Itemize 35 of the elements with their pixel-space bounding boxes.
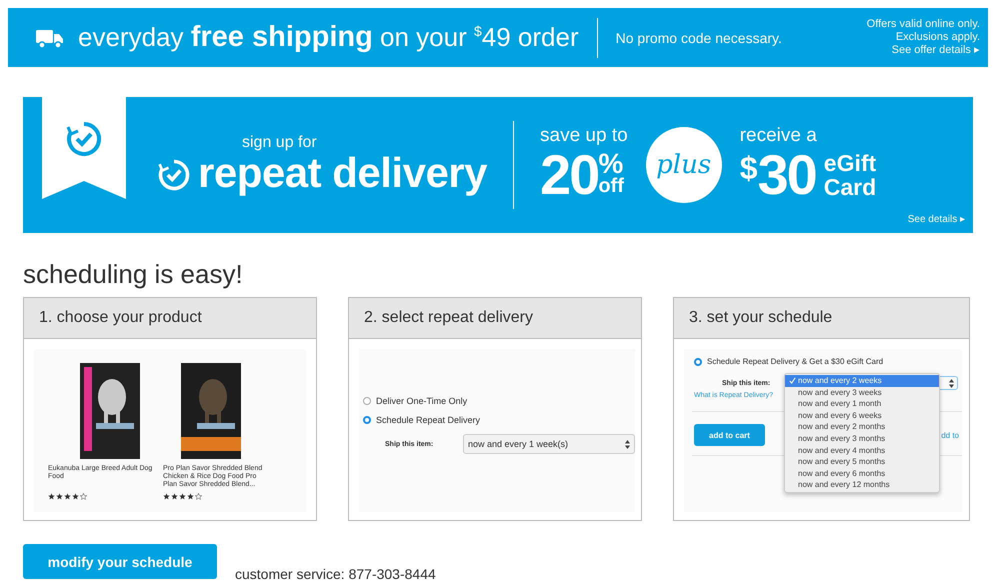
section-heading: scheduling is easy! — [23, 259, 244, 289]
step-title: 2. select repeat delivery — [349, 298, 641, 339]
plus-badge: plus — [646, 127, 722, 203]
fine-print: Offers valid online only. — [866, 18, 980, 31]
discount-number: 20 — [540, 146, 598, 204]
banner-title: repeat delivery — [198, 151, 488, 195]
menu-item[interactable]: now and every 4 months — [785, 444, 939, 456]
percent-sign: % — [598, 153, 624, 175]
off-label: off — [598, 175, 624, 197]
gift-label: Card — [824, 175, 876, 199]
menu-item[interactable]: now and every 2 weeks — [785, 375, 939, 387]
radio-label: Schedule Repeat Delivery & Get a $30 eGift Card — [707, 357, 884, 366]
radio-label: Schedule Repeat Delivery — [376, 415, 480, 425]
banner-kicker: sign up for — [242, 135, 318, 151]
customer-service-text: customer service: 877-303-8444 — [235, 566, 436, 582]
menu-item[interactable]: now and every 2 months — [785, 421, 939, 433]
step-title: 3. set your schedule — [674, 298, 969, 339]
menu-item[interactable]: now and every 12 months — [785, 479, 939, 491]
receive-lead: receive a — [740, 126, 817, 146]
currency-sign: $ — [740, 150, 758, 187]
fine-print: Exclusions apply. — [896, 31, 980, 44]
gift-label: eGift — [824, 151, 876, 175]
promo-headline: everyday free shipping on your $^{$}$49 order — [78, 21, 579, 54]
menu-item[interactable]: now and every 1 month — [785, 398, 939, 410]
radio-label: Deliver One-Time Only — [376, 396, 468, 406]
save-lead: save up to — [540, 126, 628, 146]
menu-item[interactable]: now and every 5 months — [785, 456, 939, 468]
menu-item[interactable]: now and every 3 months — [785, 432, 939, 445]
menu-item[interactable]: now and every 6 weeks — [785, 410, 939, 422]
step-title: 1. choose your product — [24, 298, 316, 339]
gift-amount: 30 — [757, 146, 816, 204]
menu-item[interactable]: now and every 6 months — [785, 468, 939, 480]
menu-item[interactable]: now and every 3 weeks — [785, 386, 939, 398]
promo-note: No promo code necessary. — [616, 30, 783, 46]
frequency-dropdown[interactable]: now and every 1 week(s) — [463, 434, 635, 454]
